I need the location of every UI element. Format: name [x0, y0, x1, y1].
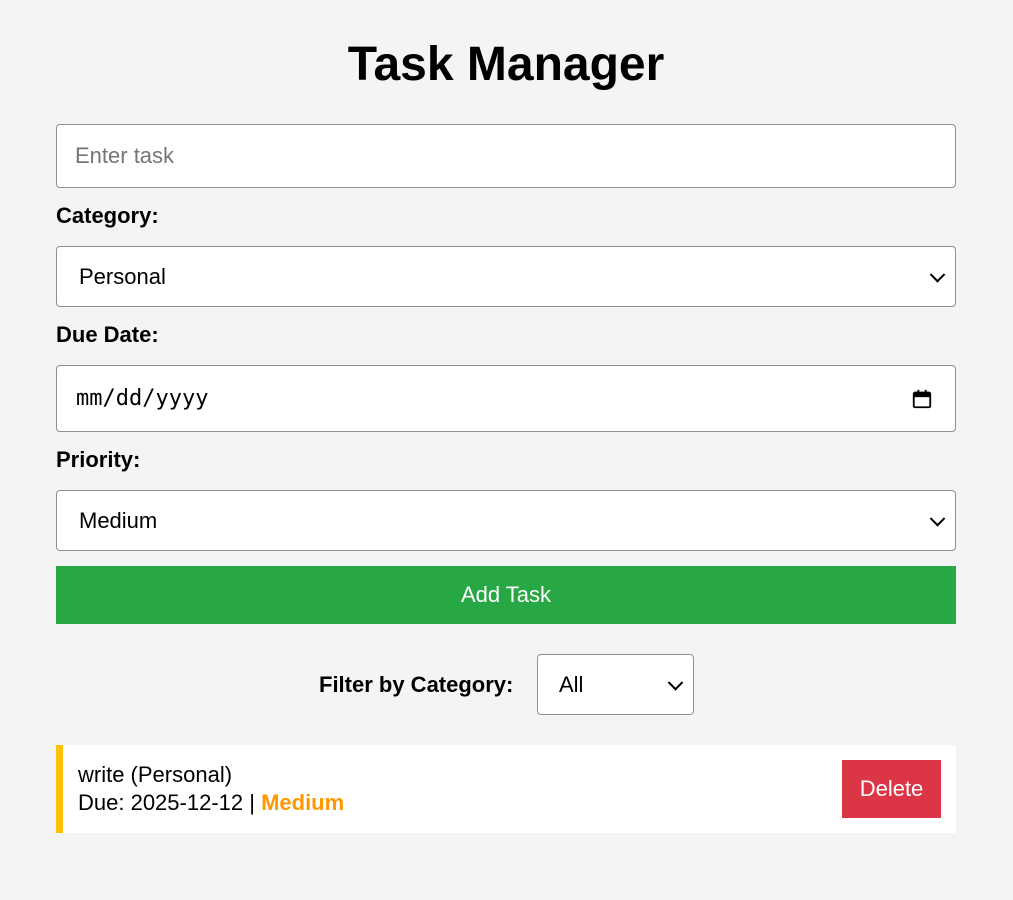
task-item: write (Personal) Due: 2025-12-12 | Mediu… [56, 745, 956, 833]
category-select-value: Personal [79, 263, 166, 289]
page-title: Task Manager [347, 38, 665, 91]
add-task-button[interactable]: Add Task [56, 566, 956, 624]
filter-label: Filter by Category: [319, 672, 514, 697]
task-priority: Medium [261, 790, 345, 815]
priority-select[interactable]: Medium [56, 490, 956, 551]
filter-select-value: All [559, 671, 584, 697]
due-date-label: Due Date: [56, 322, 159, 347]
chevron-down-icon [667, 674, 684, 691]
filter-row: Filter by Category: All [56, 654, 956, 715]
delete-button[interactable]: Delete [842, 760, 941, 818]
task-due-date: Due: 2025-12-12 | [78, 790, 262, 815]
task-details: Due: 2025-12-12 | Medium [78, 790, 344, 816]
due-date-input[interactable]: mm/dd/yyyy [56, 365, 956, 432]
task-input-placeholder: Enter task [75, 143, 175, 168]
task-input[interactable]: Enter task [56, 124, 956, 188]
priority-label: Priority: [56, 447, 141, 472]
category-label: Category: [56, 203, 159, 228]
priority-select-value: Medium [79, 507, 158, 533]
task-title: write (Personal) [78, 762, 233, 787]
due-date-placeholder: mm/dd/yyyy [76, 386, 209, 411]
chevron-down-icon [929, 510, 946, 527]
calendar-icon[interactable] [911, 388, 933, 410]
filter-category-select[interactable]: All [537, 654, 694, 715]
chevron-down-icon [929, 266, 946, 283]
category-select[interactable]: Personal [56, 246, 956, 307]
